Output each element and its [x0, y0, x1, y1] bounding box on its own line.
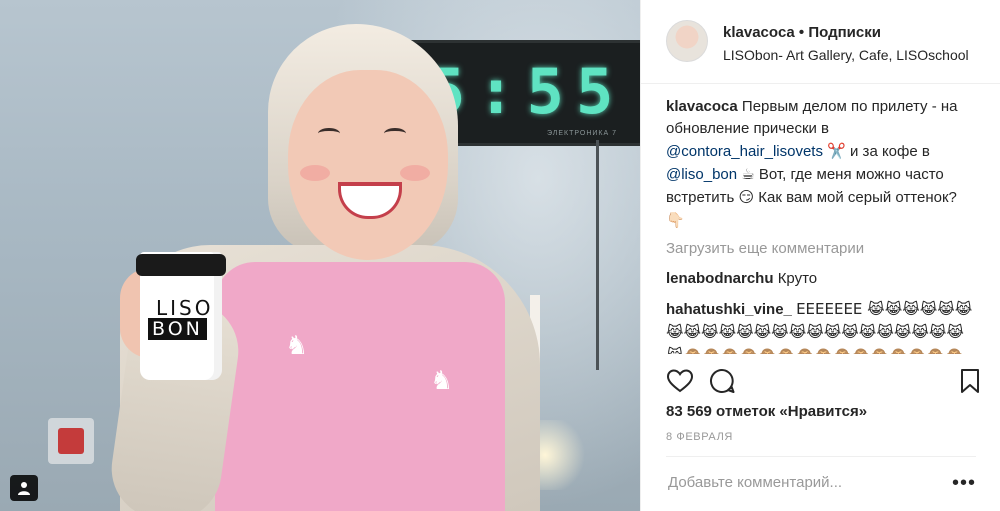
- comment-username[interactable]: hahatushki_vine_: [666, 301, 792, 318]
- caption-username[interactable]: klavacoca: [666, 98, 738, 115]
- wall-socket: [48, 418, 94, 464]
- deer-print-icon: ♞: [430, 365, 454, 395]
- avatar[interactable]: [666, 20, 708, 62]
- pointing-down-emoji-icon: 👇🏻: [666, 211, 685, 229]
- face: [288, 70, 448, 260]
- comment-username[interactable]: lenabodnarchu: [666, 270, 774, 287]
- more-options-icon[interactable]: •••: [952, 473, 976, 493]
- header-user-line: klavacoca • Подписки: [723, 24, 881, 41]
- header-username[interactable]: klavacoca: [723, 24, 795, 41]
- post-sidebar: klavacoca • Подписки LISObon- Art Galler…: [640, 0, 1000, 511]
- instagram-post: 5:55 ЭЛЕКТРОНИКА 7 ♞ ♞ LISO BON klavacoc…: [0, 0, 1000, 511]
- comment-bubble-icon[interactable]: [707, 366, 737, 396]
- left-eye: [318, 128, 340, 139]
- right-eye: [384, 128, 406, 139]
- following-button[interactable]: Подписки: [808, 24, 881, 41]
- comment: lenabodnarchu Круто: [666, 268, 976, 290]
- user-tag-icon: [18, 482, 30, 495]
- caption-text: и за кофе в: [850, 143, 930, 160]
- user-tag-button[interactable]: [10, 475, 38, 501]
- pink-shirt: [215, 262, 505, 511]
- location-link[interactable]: LISObon- Art Gallery, Cafe, LISOschool: [723, 47, 969, 63]
- post-photo[interactable]: 5:55 ЭЛЕКТРОНИКА 7 ♞ ♞ LISO BON: [0, 0, 640, 511]
- post-date[interactable]: 8 ФЕВРАЛЯ: [666, 431, 733, 443]
- header-separator: •: [798, 24, 805, 41]
- coffee-cup-lid: [136, 254, 226, 276]
- add-comment-section: •••: [666, 456, 976, 508]
- caption: klavacoca Первым делом по прилету - на о…: [666, 96, 976, 232]
- clock-cable: [596, 140, 599, 370]
- right-cheek: [400, 165, 430, 181]
- cup-logo-line1: LISO: [156, 296, 214, 320]
- comment-input[interactable]: [666, 473, 952, 492]
- mention-link[interactable]: @contora_hair_lisovets: [666, 143, 823, 160]
- bookmark-icon[interactable]: [955, 366, 985, 396]
- comments-list: klavacoca Первым делом по прилету - на о…: [666, 96, 976, 354]
- mention-link[interactable]: @liso_bon: [666, 166, 737, 183]
- coffee-emoji-icon: ☕: [741, 165, 755, 183]
- smirk-emoji-icon: 😏: [738, 188, 755, 206]
- action-bar: [641, 366, 1000, 396]
- load-more-comments-button[interactable]: Загрузить еще комментарии: [666, 238, 976, 260]
- scissors-emoji-icon: ✂️: [827, 142, 846, 160]
- likes-count[interactable]: 83 569 отметок «Нравится»: [666, 403, 867, 420]
- caption-text: Как вам мой серый оттенок?: [758, 189, 957, 206]
- heart-icon[interactable]: [665, 366, 695, 396]
- clock-brand-label: ЭЛЕКТРОНИКА 7: [546, 130, 617, 137]
- smile: [338, 182, 402, 219]
- post-header: klavacoca • Подписки LISObon- Art Galler…: [641, 0, 1000, 84]
- comment-text: Круто: [777, 270, 818, 287]
- cup-logo-line2: BON: [148, 318, 207, 340]
- left-cheek: [300, 165, 330, 181]
- deer-print-icon: ♞: [285, 330, 309, 360]
- comment: hahatushki_vine_ EEEEEEE 😹😹😹😹😹😹😹😹😹😹😹😹😹😹😹…: [666, 298, 976, 354]
